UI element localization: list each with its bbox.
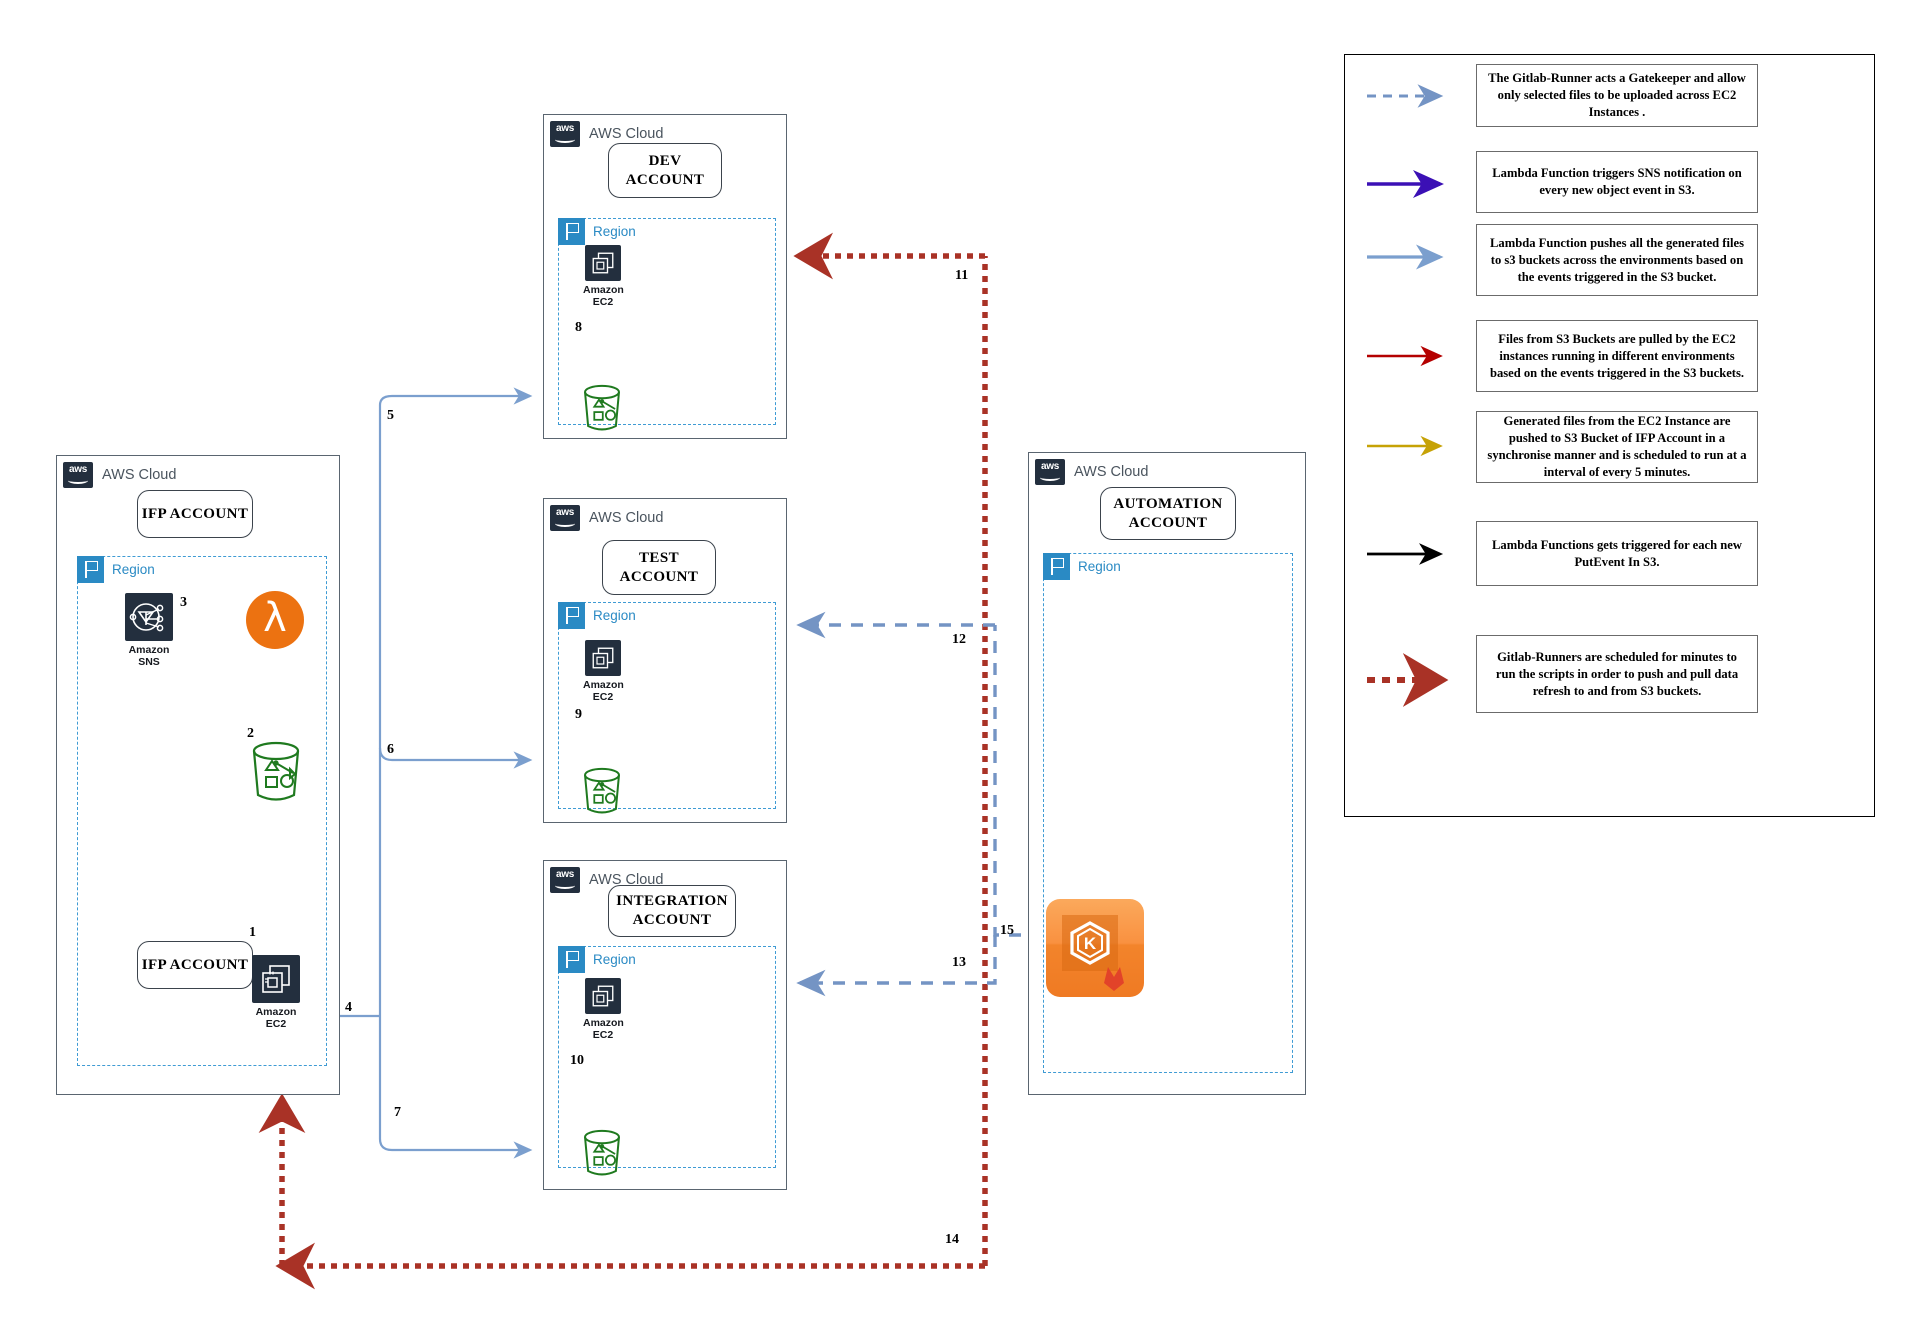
s3-bucket-icon (584, 384, 620, 431)
aws-logo-icon: aws (63, 462, 93, 488)
region-flag-icon (558, 602, 585, 629)
step-number-10: 10 (570, 1053, 584, 1068)
resource-ec2-test[interactable]: Amazon EC2 (583, 640, 624, 704)
s3-bucket-icon (584, 1129, 620, 1176)
svg-text:K: K (1084, 934, 1097, 953)
legend-item-1-text: Lambda Function triggers SNS notificatio… (1476, 151, 1758, 213)
resource-lambda-ifp[interactable]: λ (246, 591, 304, 649)
gitlab-runner-icon: K (1062, 915, 1124, 991)
step-number-7: 7 (394, 1105, 401, 1120)
account-pill-dev: DEV ACCOUNT (608, 143, 722, 198)
legend-item-3-text: Files from S3 Buckets are pulled by the … (1476, 320, 1758, 392)
resource-s3-dev[interactable] (578, 382, 626, 436)
aws-logo-icon: aws (550, 505, 580, 531)
account-pill-ifp: IFP ACCOUNT (137, 490, 253, 538)
step-number-5: 5 (387, 408, 394, 423)
region-flag-icon (558, 218, 585, 245)
region-header-dev: Region (558, 218, 636, 245)
step-number-6: 6 (387, 742, 394, 757)
resource-s3-ifp[interactable] (245, 738, 307, 808)
sns-icon (125, 593, 173, 641)
region-header-integration: Region (558, 946, 636, 973)
region-header-automation: Region (1043, 553, 1121, 580)
resource-sns-ifp[interactable]: Amazon SNS (125, 593, 173, 668)
aws-cloud-label: AWS Cloud (102, 467, 177, 483)
step-number-12: 12 (952, 632, 966, 647)
step-number-15: 15 (1000, 923, 1014, 938)
step-number-8: 8 (575, 320, 582, 335)
account-pill-test: TEST ACCOUNT (602, 540, 716, 595)
step-number-14: 14 (945, 1232, 959, 1247)
architecture-diagram: aws AWS Cloud IFP ACCOUNT Region IFP ACC… (0, 0, 1913, 1321)
edge-fanout-to-dev (378, 387, 533, 406)
ec2-icon (585, 978, 621, 1014)
region-flag-icon (558, 946, 585, 973)
region-label: Region (1078, 559, 1121, 574)
region-flag-icon (77, 556, 104, 583)
resource-label-ec2: Amazon EC2 (255, 1006, 297, 1031)
aws-cloud-header-automation: aws AWS Cloud (1035, 459, 1148, 485)
step-number-9: 9 (575, 707, 582, 722)
resource-ec2-integration[interactable]: Amazon EC2 (583, 978, 624, 1042)
aws-logo-icon: aws (1035, 459, 1065, 485)
region-label: Region (112, 562, 155, 577)
legend-item-0-text: The Gitlab-Runner acts a Gatekeeper and … (1476, 64, 1758, 127)
s3-bucket-icon (584, 767, 620, 814)
region-label: Region (593, 952, 636, 967)
step-number-2: 2 (247, 726, 254, 741)
aws-cloud-header-ifp: aws AWS Cloud (63, 462, 176, 488)
aws-logo-icon: aws (550, 121, 580, 147)
step-number-4: 4 (345, 1000, 352, 1015)
ec2-icon (585, 640, 621, 676)
region-label: Region (593, 608, 636, 623)
step-number-11: 11 (955, 268, 969, 283)
resource-label-ec2: Amazon EC2 (583, 679, 624, 704)
resource-label-ec2: Amazon EC2 (583, 284, 624, 309)
lambda-icon: λ (263, 595, 287, 641)
aws-logo-icon: aws (550, 867, 580, 893)
legend-item-4-text: Generated files from the EC2 Instance ar… (1476, 411, 1758, 483)
aws-cloud-label: AWS Cloud (589, 510, 664, 526)
resource-s3-integration[interactable] (578, 1127, 626, 1181)
legend-item-5-text: Lambda Functions gets triggered for each… (1476, 521, 1758, 586)
region-header-ifp: Region (77, 556, 155, 583)
legend-item-2-text: Lambda Function pushes all the generated… (1476, 224, 1758, 296)
resource-ec2-ifp[interactable]: Amazon EC2 (248, 955, 304, 1030)
ec2-icon (585, 245, 621, 281)
aws-cloud-label: AWS Cloud (589, 126, 664, 142)
resource-ec2-dev[interactable]: Amazon EC2 (583, 245, 624, 309)
legend-item-6-text: Gitlab-Runners are scheduled for minutes… (1476, 635, 1758, 713)
resource-s3-test[interactable] (578, 765, 626, 819)
ec2-icon (252, 955, 300, 1003)
edge-fanout-to-test (378, 747, 533, 769)
aws-cloud-header-test: aws AWS Cloud (550, 505, 663, 531)
edge-fanout-to-integration (378, 1138, 533, 1159)
region-label: Region (593, 224, 636, 239)
region-header-test: Region (558, 602, 636, 629)
resource-gitlab-runner[interactable]: K (1046, 899, 1144, 997)
step-number-3: 3 (180, 595, 187, 610)
resource-label-sns: Amazon SNS (128, 644, 170, 669)
s3-bucket-icon (252, 741, 300, 801)
aws-cloud-label: AWS Cloud (1074, 464, 1149, 480)
region-flag-icon (1043, 553, 1070, 580)
account-box-automation[interactable]: aws AWS Cloud Region (1028, 452, 1306, 1095)
step-number-13: 13 (952, 955, 966, 970)
account-pill-automation: AUTOMATION ACCOUNT (1100, 487, 1236, 540)
legend-panel: The Gitlab-Runner acts a Gatekeeper and … (1344, 54, 1875, 817)
account-pill-integration: INTEGRATION ACCOUNT (608, 885, 736, 937)
resource-label-ec2: Amazon EC2 (583, 1017, 624, 1042)
step-number-1: 1 (249, 925, 256, 940)
